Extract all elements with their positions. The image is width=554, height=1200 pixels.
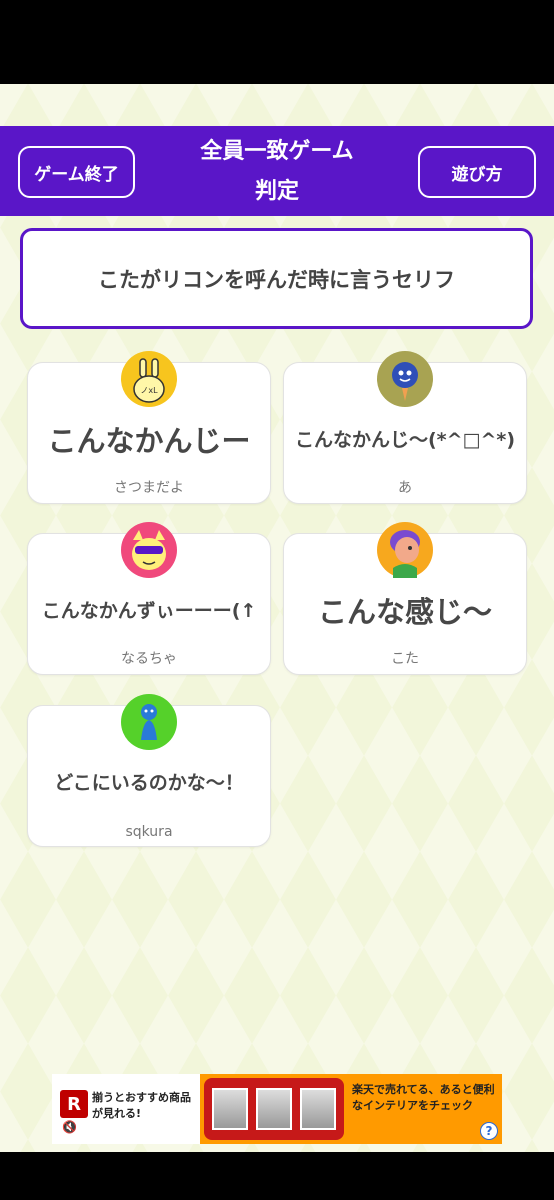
ad-left-text: 揃うとおすすめ商品が見れる! <box>92 1091 191 1120</box>
rabbit-avatar-icon: ノxL <box>121 351 177 407</box>
product-thumbnail <box>300 1088 336 1130</box>
header-bar: ゲーム終了 全員一致ゲーム 判定 遊び方 <box>0 126 554 216</box>
answer-text: こんなかんずぃーーー(↑ <box>41 600 257 623</box>
player-name: なるちゃ <box>121 651 177 667</box>
ad-help-icon[interactable]: ? <box>480 1122 498 1140</box>
balloon-avatar-icon <box>377 351 433 407</box>
svg-text:ノxL: ノxL <box>140 386 158 395</box>
title-line-2: 判定 <box>254 179 299 204</box>
answer-text: こんな感じ〜 <box>317 594 492 629</box>
mute-icon[interactable]: 🔇 <box>62 1120 77 1134</box>
product-thumbnail <box>212 1088 248 1130</box>
ad-banner[interactable]: R 揃うとおすすめ商品が見れる! 🔇 楽天で売れてる、あると便利なインテリアをチ… <box>52 1074 502 1144</box>
answer-card: こんなかんじ〜(*^□^*) あ <box>283 351 527 504</box>
cat-sunglasses-avatar-icon <box>121 522 177 578</box>
pawn-avatar-icon <box>121 694 177 750</box>
player-name: さつまだよ <box>114 480 184 496</box>
answer-text: こんなかんじー <box>47 423 251 458</box>
answer-card: どこにいるのかな〜！ sqkura <box>27 694 271 847</box>
player-name: sqkura <box>125 824 173 840</box>
status-bar <box>0 0 554 84</box>
rakuten-logo-icon: R <box>60 1090 88 1118</box>
answer-card: ノxL こんなかんじー さつまだよ <box>27 351 271 504</box>
player-name: あ <box>398 480 412 496</box>
answer-text: どこにいるのかな〜！ <box>54 772 244 795</box>
ad-product-images <box>204 1078 344 1140</box>
end-game-button[interactable]: ゲーム終了 <box>18 146 135 198</box>
player-name: こた <box>391 651 419 667</box>
ad-right-text: 楽天で売れてる、あると便利なインテリアをチェック <box>352 1083 495 1112</box>
answer-card: こんなかんずぃーーー(↑ なるちゃ <box>27 522 271 675</box>
title-line-1: 全員一致ゲーム <box>200 139 354 164</box>
ad-left-panel: R 揃うとおすすめ商品が見れる! 🔇 <box>52 1074 200 1144</box>
product-thumbnail <box>256 1088 292 1130</box>
navigation-bar <box>0 1152 554 1200</box>
girl-avatar-icon <box>377 522 433 578</box>
how-to-play-button[interactable]: 遊び方 <box>418 146 536 198</box>
question-card: こたがリコンを呼んだ時に言うセリフ <box>20 228 533 329</box>
answer-text: こんなかんじ〜(*^□^*) <box>294 429 516 452</box>
answer-card: こんな感じ〜 こた <box>283 522 527 675</box>
page-title: 全員一致ゲーム 判定 <box>150 132 404 212</box>
